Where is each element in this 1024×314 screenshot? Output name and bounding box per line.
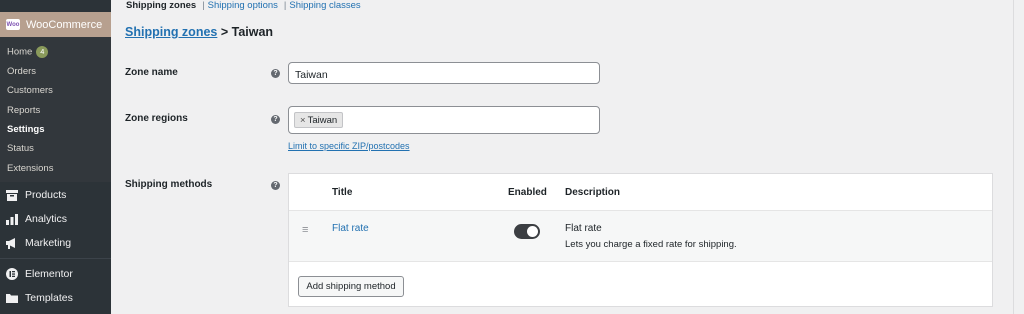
megaphone-icon [5,237,18,249]
shipping-methods-table: Title Enabled Description ≡ Flat rate Fl… [288,173,993,307]
shipping-methods-label: Shipping methods [125,179,213,190]
toggle-knob [527,226,538,237]
shipping-subtabs: Shipping zones | Shipping options | Shipping… [126,0,361,11]
row-divider [289,261,992,262]
submenu-item-orders[interactable]: Orders [7,66,36,77]
menu-analytics-label: Analytics [25,213,68,225]
menu-products-label: Products [25,189,67,201]
column-header-description: Description [565,187,621,198]
submenu-home-label: Home [7,46,33,58]
woocommerce-title: WooCommerce [26,18,103,31]
table-row [289,211,992,261]
tab-shipping-zones[interactable]: Shipping zones [126,0,196,11]
woocommerce-logo-icon: Woo [6,19,20,30]
home-count-badge: 4 [36,46,49,58]
menu-item-analytics[interactable]: Analytics [5,213,67,225]
woocommerce-menu-header[interactable]: Woo WooCommerce [0,12,111,37]
admin-sidebar: Woo WooCommerce Home 4 Orders Customers R… [0,0,111,314]
zone-name-input[interactable]: Taiwan [288,62,600,84]
submenu-item-status[interactable]: Status [7,143,34,154]
elementor-icon [5,268,18,280]
shipping-methods-help-icon[interactable]: ? [271,181,280,190]
tab-shipping-options[interactable]: Shipping options [208,0,278,11]
menu-elementor-label: Elementor [25,268,73,280]
add-shipping-method-button[interactable]: Add shipping method [298,276,404,297]
tab-separator: | [283,0,287,11]
zone-regions-label: Zone regions [125,113,188,124]
column-header-title: Title [332,187,353,198]
method-description-text: Lets you charge a fixed rate for shippin… [565,239,737,250]
menu-item-products[interactable]: Products [5,189,66,201]
sidebar-divider [0,258,111,259]
submenu-item-settings[interactable]: Settings [7,124,44,135]
menu-templates-label: Templates [25,292,73,304]
flat-rate-link[interactable]: Flat rate [332,223,369,234]
zone-regions-select[interactable]: × Taiwan [288,106,600,134]
menu-item-templates[interactable]: Templates [5,292,73,304]
breadcrumb-current: > Taiwan [220,25,274,39]
page-scrollbar[interactable] [1013,0,1024,314]
zone-name-help-icon[interactable]: ? [271,69,280,78]
submenu-item-home[interactable]: Home 4 [7,46,49,58]
menu-marketing-label: Marketing [25,237,72,249]
zone-regions-help-icon[interactable]: ? [271,115,280,124]
woocommerce-submenu: Home 4 Orders Customers Reports Settings … [0,37,111,182]
breadcrumb-shipping-zones-link[interactable]: Shipping zones [125,25,217,39]
archive-icon [5,189,18,201]
drag-handle-icon[interactable]: ≡ [302,224,308,236]
menu-item-elementor[interactable]: Elementor [5,268,73,280]
menu-item-marketing[interactable]: Marketing [5,237,71,249]
submenu-item-extensions[interactable]: Extensions [7,163,53,174]
chip-remove-icon[interactable]: × [300,115,306,126]
column-header-enabled: Enabled [508,187,547,198]
bar-chart-icon [5,213,18,225]
method-description-title: Flat rate [565,223,602,234]
region-chip: × Taiwan [294,112,344,128]
region-chip-label: Taiwan [307,115,338,126]
breadcrumb: Shipping zones > Taiwan [125,25,273,39]
enabled-toggle[interactable] [514,224,540,239]
tab-shipping-classes[interactable]: Shipping classes [289,0,360,11]
folder-icon [5,292,18,304]
limit-postcodes-link[interactable]: Limit to specific ZIP/postcodes [288,141,410,151]
submenu-item-customers[interactable]: Customers [7,85,53,96]
submenu-item-reports[interactable]: Reports [7,105,40,116]
tab-separator: | [202,0,205,11]
zone-name-label: Zone name [125,67,178,78]
zone-name-value: Taiwan [295,69,328,81]
